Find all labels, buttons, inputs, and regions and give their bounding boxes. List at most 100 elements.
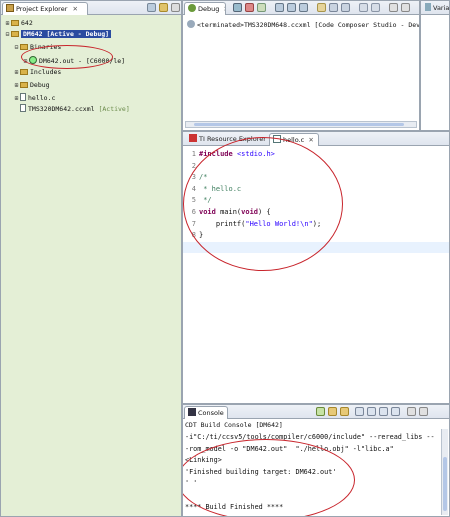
arrow-down-icon[interactable] bbox=[328, 407, 337, 416]
debug-hscrollbar[interactable] bbox=[185, 121, 417, 128]
tree-item[interactable]: ⊞ Includes bbox=[13, 68, 62, 77]
tab-hello-c[interactable]: hello.c ✕ bbox=[269, 133, 319, 146]
minimize-icon[interactable] bbox=[407, 407, 416, 416]
code-text: * hello.c bbox=[199, 184, 242, 193]
folder-icon bbox=[20, 82, 28, 88]
expand-icon[interactable]: ⊞ bbox=[4, 19, 11, 28]
code-line[interactable]: 6 void main(void) { bbox=[183, 207, 449, 218]
view-menu-icon[interactable] bbox=[171, 3, 180, 12]
debug-session-row[interactable]: <terminated>TMS320DM648.ccxml [Code Comp… bbox=[187, 20, 420, 29]
restart-icon[interactable] bbox=[341, 3, 350, 12]
folder-icon bbox=[11, 20, 19, 26]
debug-tabbar: Debug ✕ bbox=[183, 1, 419, 15]
tab-console[interactable]: Console ✕ bbox=[184, 406, 228, 419]
console-line: -i"C:/ti/ccsv5/tools/compiler/c6000/incl… bbox=[185, 433, 435, 441]
expand-icon[interactable]: ⊞ bbox=[22, 57, 29, 66]
reset-cpu-icon[interactable] bbox=[359, 3, 368, 12]
resource-explorer-tab-label: TI Resource Explorer bbox=[199, 135, 266, 143]
scroll-lock-icon[interactable] bbox=[316, 407, 325, 416]
expand-icon[interactable]: ⊞ bbox=[13, 68, 20, 77]
line-number: 1 bbox=[191, 150, 196, 158]
terminate-icon[interactable] bbox=[245, 3, 254, 12]
tree-item-label: DM642.out - [C6000/le] bbox=[39, 57, 126, 65]
tree-item[interactable]: ⊞ 642 bbox=[4, 19, 33, 28]
console-line: -rom_model -o "DM642.out" "./hello.obj" … bbox=[185, 444, 394, 453]
project-explorer-panel: Project Explorer ✕ ⊞ 642 ⊟ DM642 [Active - … bbox=[0, 0, 182, 517]
maximize-icon[interactable] bbox=[401, 3, 410, 12]
debug-panel: Debug ✕ <terminated>TMS320DM648.ccxml [C… bbox=[182, 0, 420, 131]
expand-icon[interactable]: ⊞ bbox=[13, 94, 20, 103]
scroll-thumb[interactable] bbox=[443, 457, 447, 511]
step-return-icon[interactable] bbox=[299, 3, 308, 12]
collapse-icon[interactable]: ⊟ bbox=[13, 43, 20, 52]
collapse-icon[interactable]: ⊟ bbox=[4, 30, 11, 39]
debug-options-icon[interactable] bbox=[371, 3, 380, 12]
c-file-icon bbox=[273, 135, 281, 143]
ti-logo-icon bbox=[189, 134, 197, 142]
tree-item-label: hello.c bbox=[28, 94, 56, 102]
folder-icon bbox=[20, 44, 28, 50]
scroll-thumb[interactable] bbox=[194, 123, 404, 126]
binary-icon bbox=[29, 56, 37, 64]
tab-ti-resource-explorer[interactable]: TI Resource Explorer bbox=[186, 133, 266, 146]
tab-project-explorer[interactable]: Project Explorer ✕ bbox=[2, 2, 88, 15]
hello-c-tab-label: hello.c bbox=[283, 136, 305, 144]
connect-target-icon[interactable] bbox=[317, 3, 326, 12]
debug-bug-icon bbox=[188, 4, 196, 12]
close-icon[interactable]: ✕ bbox=[72, 5, 77, 13]
variables-icon bbox=[425, 3, 431, 11]
code-area[interactable]: 1 #include <stdio.h> 2 3/* 4 * hello.c 5 */6 v… bbox=[183, 149, 449, 403]
tree-item-label: Includes bbox=[30, 68, 62, 76]
folder-icon bbox=[11, 31, 19, 37]
code-line[interactable]: 7 printf("Hello World!\n"); bbox=[183, 219, 449, 230]
tree-item[interactable]: TMS320DM642.ccxml [Active] bbox=[13, 104, 130, 113]
pin-console-icon[interactable] bbox=[367, 407, 376, 416]
code-line[interactable]: 1 #include <stdio.h> bbox=[183, 149, 449, 160]
console-panel: Console ✕ CDT Build Console [DM642] -i"C… bbox=[182, 404, 450, 517]
console-tabbar: Console ✕ bbox=[183, 405, 449, 419]
console-line: 'Finished building target: DM642.out' bbox=[185, 467, 337, 476]
tree-item-label: 642 bbox=[21, 19, 33, 27]
code-line[interactable]: 4 * hello.c bbox=[183, 184, 449, 195]
variables-panel: Varia bbox=[420, 0, 450, 131]
clear-console-icon[interactable] bbox=[355, 407, 364, 416]
minimize-icon[interactable] bbox=[389, 3, 398, 12]
step-into-icon[interactable] bbox=[275, 3, 284, 12]
console-vscrollbar[interactable] bbox=[441, 429, 448, 515]
step-over-icon[interactable] bbox=[287, 3, 296, 12]
expand-icon[interactable]: ⊞ bbox=[13, 81, 20, 90]
link-with-editor-icon[interactable] bbox=[159, 3, 168, 12]
code-line[interactable]: 5 */ bbox=[183, 195, 449, 206]
load-program-icon[interactable] bbox=[329, 3, 338, 12]
close-icon[interactable]: ✕ bbox=[308, 136, 313, 144]
line-number: 6 bbox=[191, 208, 196, 216]
resume-icon[interactable] bbox=[233, 3, 242, 12]
code-line[interactable]: 3/* bbox=[183, 172, 449, 183]
file-icon bbox=[20, 93, 26, 101]
tab-variables[interactable]: Varia bbox=[422, 2, 449, 15]
line-number: 7 bbox=[191, 219, 196, 228]
code-text: /* bbox=[199, 173, 208, 182]
maximize-icon[interactable] bbox=[419, 407, 428, 416]
tab-debug[interactable]: Debug ✕ bbox=[184, 2, 226, 15]
code-line[interactable]: 8} bbox=[183, 230, 449, 241]
suspend-icon[interactable] bbox=[257, 3, 266, 12]
tree-item[interactable]: ⊟ DM642 [Active - Debug] bbox=[4, 30, 112, 39]
code-text: #include <stdio.h> bbox=[199, 150, 275, 158]
tree-item[interactable]: ⊞ DM642.out - [C6000/le] bbox=[22, 56, 125, 65]
debug-session-label: <terminated>TMS320DM648.ccxml [Code Comp… bbox=[197, 21, 420, 29]
explorer-tabbar: Project Explorer ✕ bbox=[1, 1, 181, 15]
collapse-all-icon[interactable] bbox=[147, 3, 156, 12]
open-console-icon[interactable] bbox=[391, 407, 400, 416]
editor-tabbar: TI Resource Explorer hello.c ✕ bbox=[183, 132, 449, 146]
tree-item[interactable]: ⊞ hello.c bbox=[13, 93, 55, 102]
code-text: } bbox=[199, 231, 204, 240]
arrow-up-icon[interactable] bbox=[340, 407, 349, 416]
tree-item[interactable]: ⊞ Debug bbox=[13, 81, 50, 90]
console-title: Console bbox=[198, 409, 224, 417]
project-explorer-icon bbox=[6, 4, 14, 12]
tree-item[interactable]: ⊟ Binaries bbox=[13, 43, 62, 52]
code-line[interactable]: 2 bbox=[183, 161, 449, 172]
display-console-icon[interactable] bbox=[379, 407, 388, 416]
close-icon[interactable]: ✕ bbox=[223, 5, 225, 13]
